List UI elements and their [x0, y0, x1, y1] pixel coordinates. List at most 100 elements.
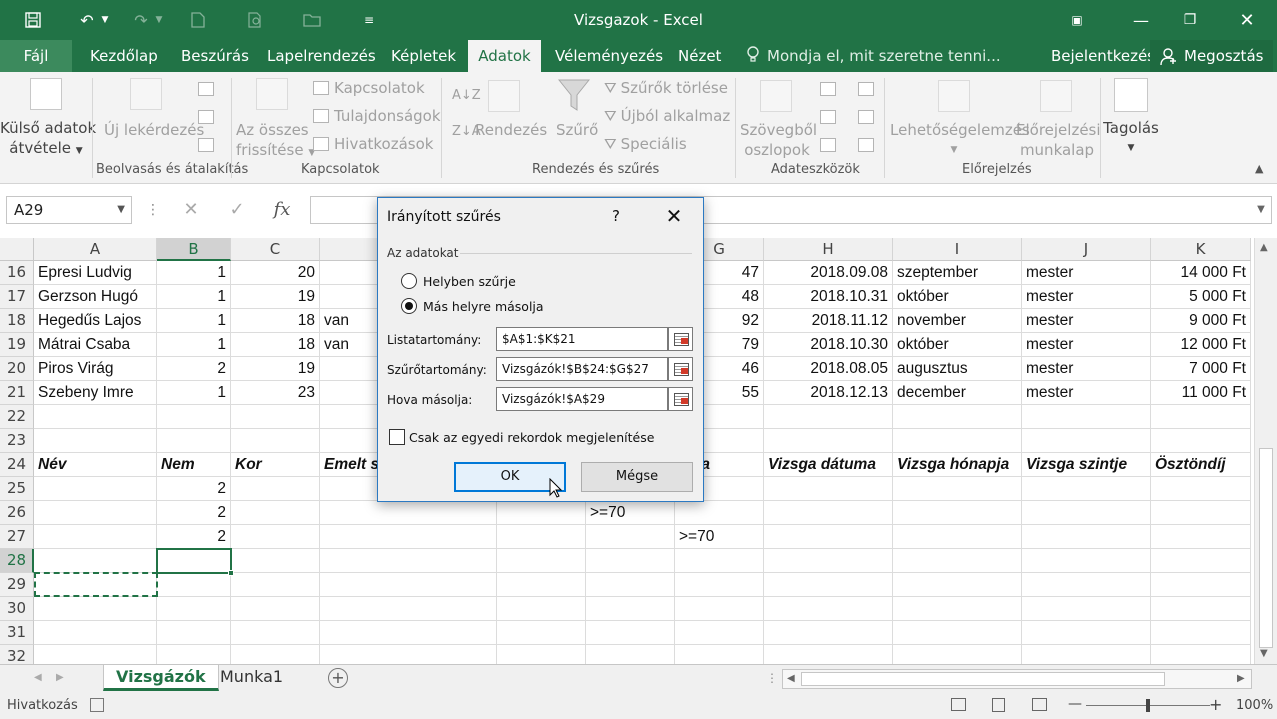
cell-h30[interactable] [764, 597, 893, 621]
cell-j25[interactable] [1022, 477, 1151, 501]
zoom-out-icon[interactable]: — [1068, 696, 1082, 712]
cell-f31[interactable] [586, 621, 675, 645]
cell-c25[interactable] [231, 477, 320, 501]
column-header-a[interactable]: A [34, 238, 157, 261]
cell-i32[interactable] [893, 645, 1022, 664]
cell-i19[interactable]: október [893, 333, 1022, 357]
cell-d26[interactable] [320, 501, 497, 525]
cell-g31[interactable] [675, 621, 764, 645]
cell-b24[interactable]: Nem [157, 453, 231, 477]
cell-c27[interactable] [231, 525, 320, 549]
refresh-all-button[interactable]: Az összes frissítése ▼ [236, 120, 315, 163]
row-header-18[interactable]: 18 [0, 309, 34, 333]
unique-records-label[interactable]: Csak az egyedi rekordok megjelenítése [409, 430, 654, 445]
cell-h23[interactable] [764, 429, 893, 453]
cell-j16[interactable]: mester [1022, 261, 1151, 285]
cell-e28[interactable] [497, 549, 586, 573]
cell-f26[interactable]: >=70 [586, 501, 675, 525]
scroll-left-icon[interactable]: ◀ [787, 673, 795, 684]
relationships-icon[interactable] [858, 108, 879, 126]
filter-button[interactable]: Szűrő [556, 121, 598, 139]
cell-b30[interactable] [157, 597, 231, 621]
connections-button[interactable]: Kapcsolatok [313, 79, 425, 97]
filter-in-place-label[interactable]: Helyben szűrje [423, 274, 516, 289]
ribbon-display-icon[interactable]: ▣ [1061, 6, 1093, 34]
cell-j28[interactable] [1022, 549, 1151, 573]
scroll-right-icon[interactable]: ▶ [1237, 673, 1245, 684]
row-header-21[interactable]: 21 [0, 381, 34, 405]
cell-i28[interactable] [893, 549, 1022, 573]
cell-a27[interactable] [34, 525, 157, 549]
tab-page-layout[interactable]: Lapelrendezés [257, 40, 386, 72]
cell-k28[interactable] [1151, 549, 1251, 573]
cell-a24[interactable]: Név [34, 453, 157, 477]
minimize-icon[interactable]: — [1125, 6, 1157, 34]
new-query-button[interactable]: Új lekérdezés [104, 121, 204, 139]
show-queries-icon[interactable] [198, 80, 219, 98]
cell-i30[interactable] [893, 597, 1022, 621]
criteria-range-collapse-icon[interactable] [668, 357, 693, 381]
cell-c23[interactable] [231, 429, 320, 453]
cell-g28[interactable] [675, 549, 764, 573]
cell-g27[interactable]: >=70 [675, 525, 764, 549]
cell-b29[interactable] [157, 573, 231, 597]
copy-to-input[interactable]: Vizsgázók!$A$29 [496, 387, 668, 411]
cell-k24[interactable]: Ösztöndíj [1151, 453, 1251, 477]
restore-icon[interactable]: ❐ [1174, 6, 1206, 34]
list-range-collapse-icon[interactable] [668, 327, 693, 351]
cell-a23[interactable] [34, 429, 157, 453]
horizontal-scroll-thumb[interactable] [801, 672, 1165, 686]
cell-k16[interactable]: 14 000 Ft [1151, 261, 1251, 285]
row-header-19[interactable]: 19 [0, 333, 34, 357]
cell-b17[interactable]: 1 [157, 285, 231, 309]
advanced-filter-button[interactable]: ⛛ Speciális [604, 135, 687, 153]
cell-h16[interactable]: 2018.09.08 [764, 261, 893, 285]
row-header-26[interactable]: 26 [0, 501, 34, 525]
cell-a16[interactable]: Epresi Ludvig [34, 261, 157, 285]
cell-c20[interactable]: 19 [231, 357, 320, 381]
row-header-22[interactable]: 22 [0, 405, 34, 429]
cell-k19[interactable]: 12 000 Ft [1151, 333, 1251, 357]
cell-c26[interactable] [231, 501, 320, 525]
column-header-c[interactable]: C [231, 238, 320, 261]
cell-k29[interactable] [1151, 573, 1251, 597]
cell-c24[interactable]: Kor [231, 453, 320, 477]
name-box-dropdown-icon[interactable]: ▼ [117, 197, 125, 223]
column-header-j[interactable]: J [1022, 238, 1151, 261]
cell-k32[interactable] [1151, 645, 1251, 664]
cancel-entry-icon[interactable]: ✕ [176, 196, 206, 224]
cell-j23[interactable] [1022, 429, 1151, 453]
cell-h27[interactable] [764, 525, 893, 549]
row-header-29[interactable]: 29 [0, 573, 34, 597]
cell-a26[interactable] [34, 501, 157, 525]
cell-e29[interactable] [497, 573, 586, 597]
cell-c28[interactable] [231, 549, 320, 573]
cell-d27[interactable] [320, 525, 497, 549]
cell-b21[interactable]: 1 [157, 381, 231, 405]
cell-e30[interactable] [497, 597, 586, 621]
scroll-down-icon[interactable]: ▼ [1260, 648, 1268, 659]
expand-formula-icon[interactable]: ▼ [1246, 196, 1276, 224]
cell-b16[interactable]: 1 [157, 261, 231, 285]
tab-home[interactable]: Kezdőlap [80, 40, 168, 72]
cell-d32[interactable] [320, 645, 497, 664]
open-icon[interactable] [299, 8, 325, 32]
cell-a25[interactable] [34, 477, 157, 501]
undo-icon[interactable]: ↶ [74, 8, 100, 32]
cell-j20[interactable]: mester [1022, 357, 1151, 381]
cell-i29[interactable] [893, 573, 1022, 597]
sort-button[interactable]: Rendezés [475, 121, 547, 139]
text-to-columns-button[interactable]: Szövegből oszlopok [740, 120, 817, 160]
vertical-scroll-thumb[interactable] [1259, 448, 1273, 648]
cell-c32[interactable] [231, 645, 320, 664]
normal-view-icon[interactable] [951, 698, 966, 711]
cell-a22[interactable] [34, 405, 157, 429]
cell-h24[interactable]: Vizsga dátuma [764, 453, 893, 477]
cell-h17[interactable]: 2018.10.31 [764, 285, 893, 309]
confirm-entry-icon[interactable]: ✓ [222, 196, 252, 224]
cell-h22[interactable] [764, 405, 893, 429]
cell-i25[interactable] [893, 477, 1022, 501]
cell-b18[interactable]: 1 [157, 309, 231, 333]
cell-h20[interactable]: 2018.08.05 [764, 357, 893, 381]
scroll-up-icon[interactable]: ▲ [1260, 242, 1268, 253]
